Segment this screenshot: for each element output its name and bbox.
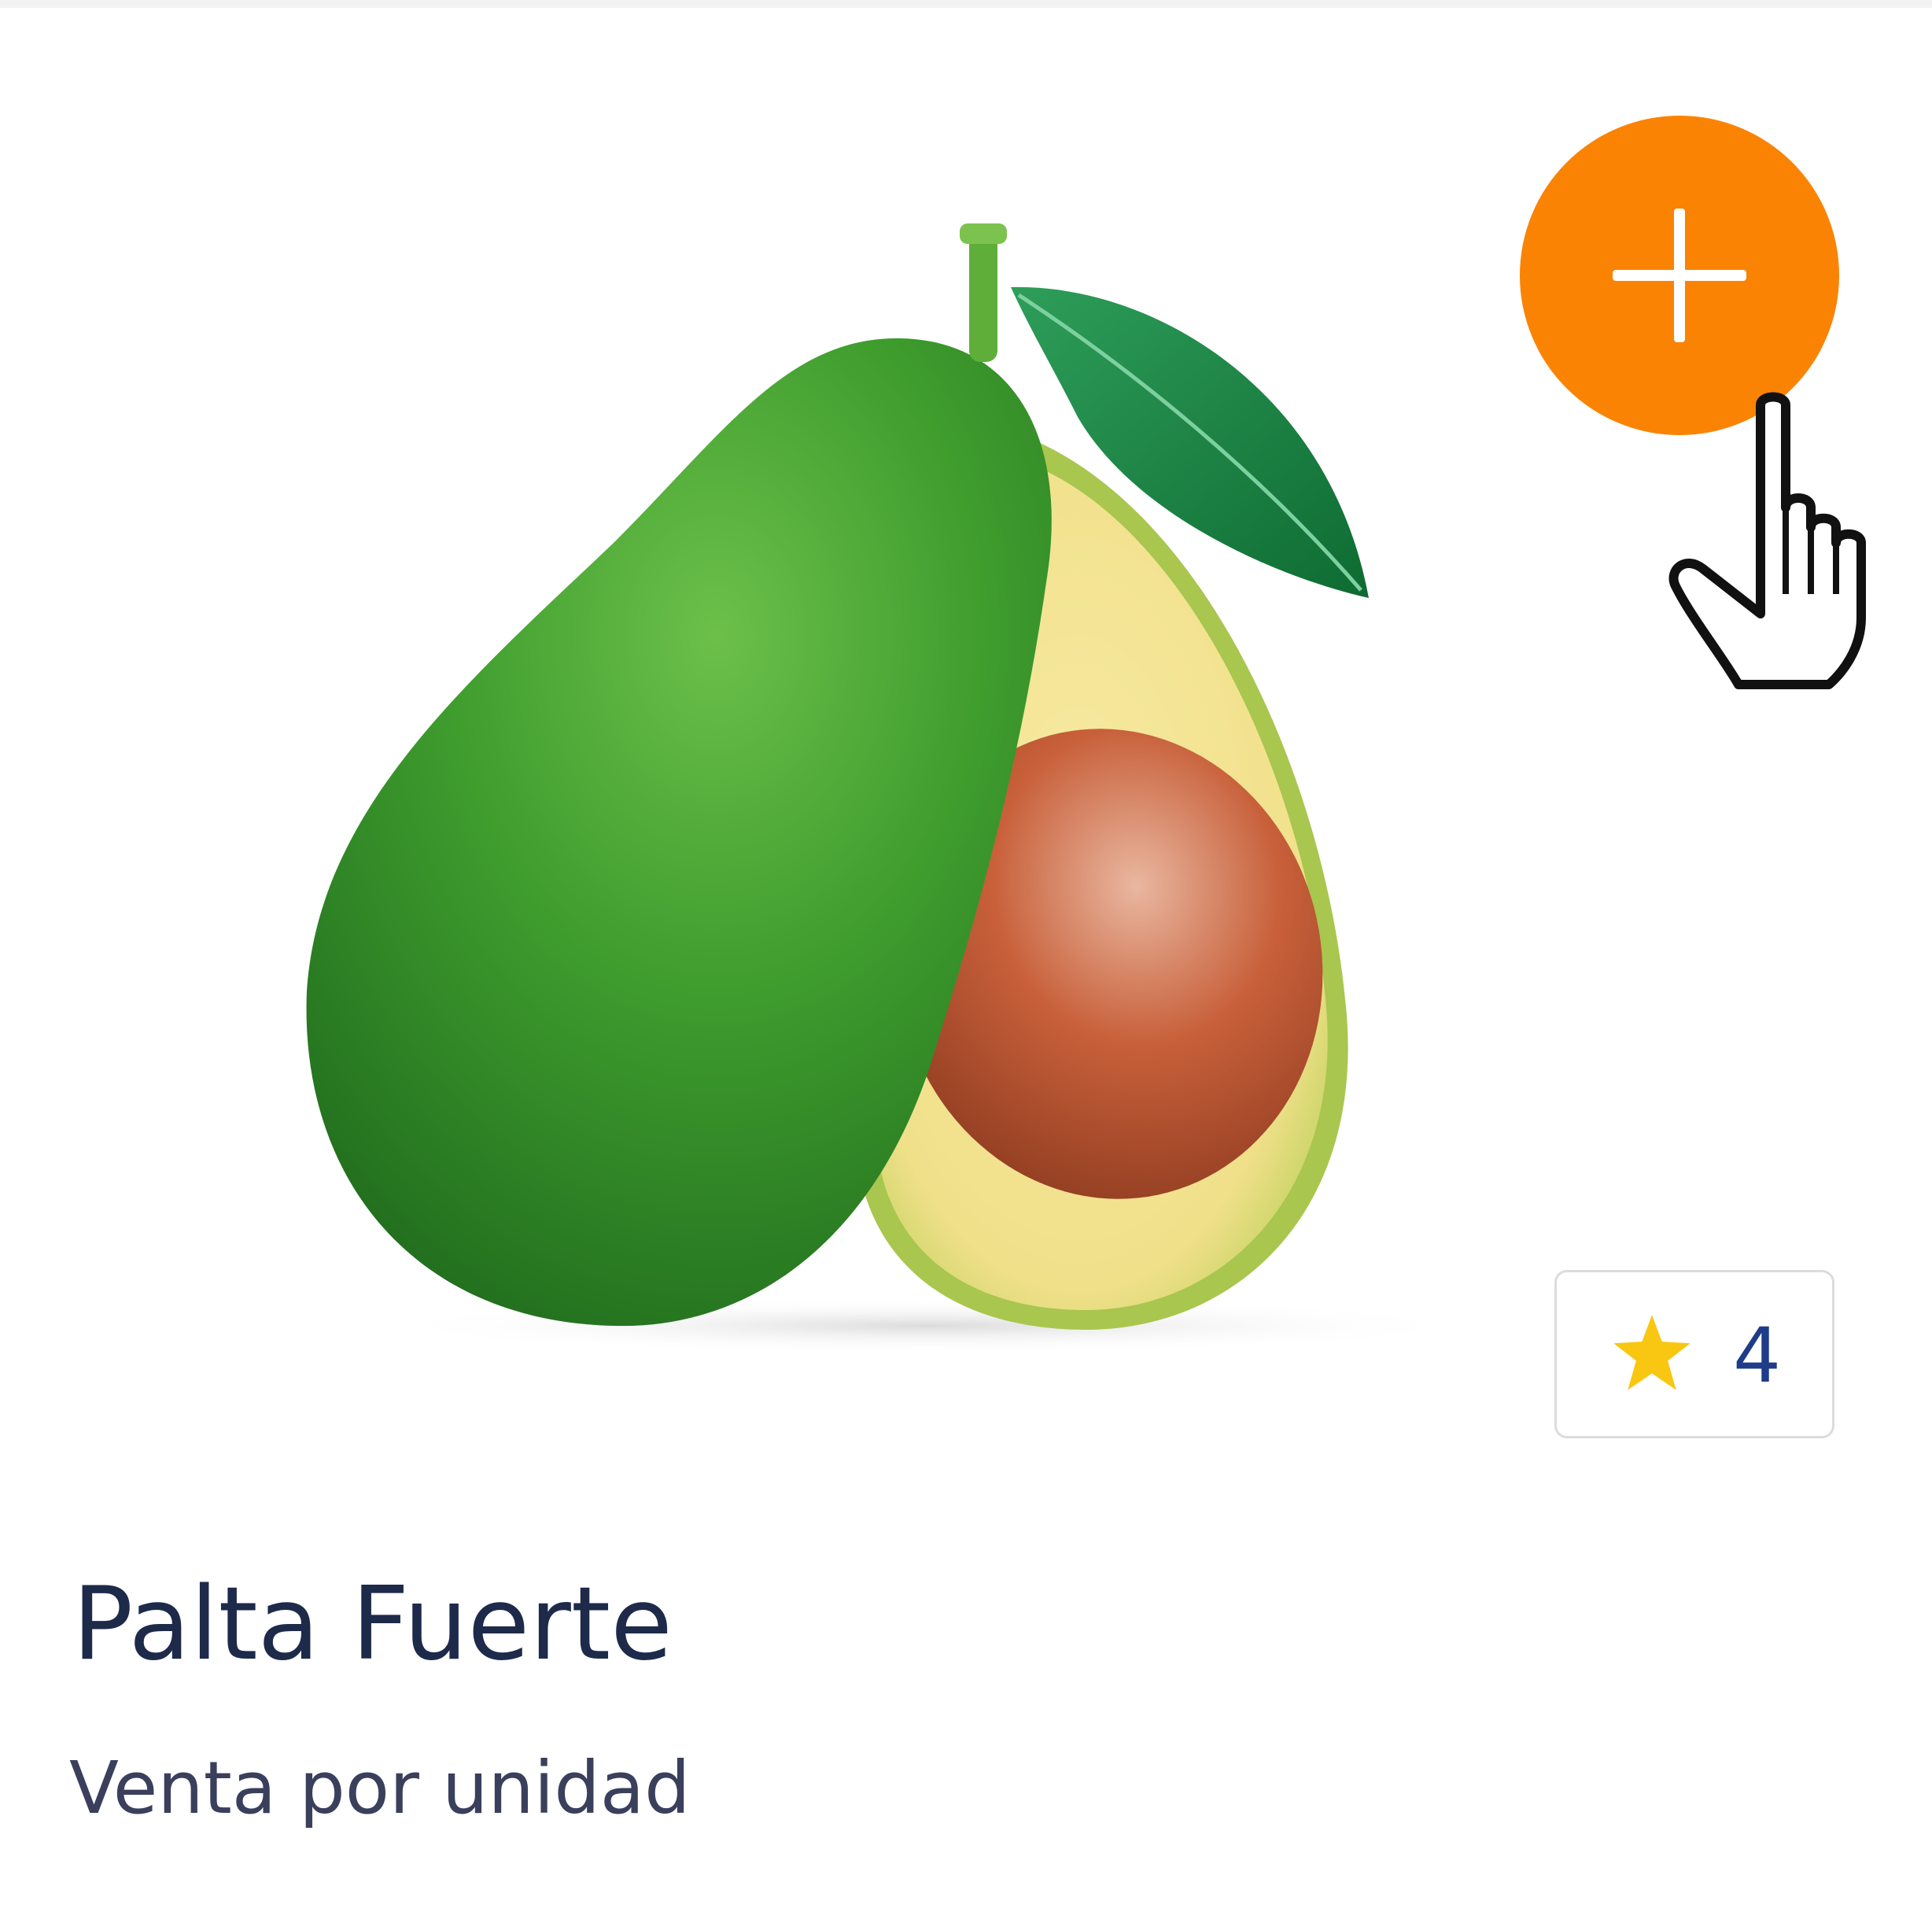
plus-icon: [1613, 209, 1746, 342]
hand-cursor-icon: [1668, 392, 1866, 689]
top-divider: [0, 0, 1932, 8]
star-icon: [1613, 1315, 1690, 1390]
product-name[interactable]: Palta Fuerte: [72, 1566, 673, 1684]
add-to-cart-button[interactable]: [1520, 116, 1839, 435]
rating-value: 4: [1733, 1312, 1782, 1400]
product-unit: Venta por unidad: [69, 1746, 691, 1830]
product-card: 4 Palta Fuerte Venta por unidad: [0, 0, 1932, 1923]
rating-badge: 4: [1554, 1270, 1834, 1438]
avocado-image: [306, 223, 1479, 1353]
